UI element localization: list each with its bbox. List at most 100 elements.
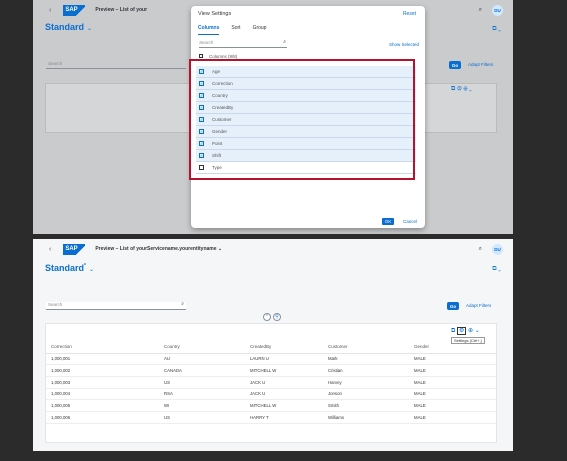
column-row[interactable]: ✓ Customer: [196, 114, 416, 126]
column-label: Point: [212, 141, 223, 146]
table-cell: MITCHELL W: [245, 364, 323, 377]
data-table: Correction Country CreatedBy Customer Gender…: [46, 340, 496, 424]
table-row[interactable]: 1,000,001 AU LAURN U Mark MALE: [46, 353, 496, 366]
search-icon[interactable]: ⌕: [283, 39, 286, 45]
back-icon[interactable]: ‹: [49, 246, 51, 253]
column-header[interactable]: CreatedBy: [245, 340, 323, 354]
sap-logo: SAP: [63, 4, 86, 16]
search-icon[interactable]: ⌕: [181, 301, 184, 307]
dialog-search-placeholder: Search: [199, 40, 214, 45]
column-label: Correction: [212, 81, 233, 86]
columns-list: ✓ Age ✓ Correction ✓ Country ✓ CreatedBy ✓ Custom…: [196, 66, 416, 174]
column-row[interactable]: ✓ CreatedBy: [196, 102, 416, 114]
table-cell: MALE: [409, 353, 496, 366]
column-label: Country: [212, 93, 228, 98]
checkbox-checked-icon[interactable]: ✓: [199, 129, 204, 134]
checkbox-checked-icon[interactable]: ✓: [199, 141, 204, 146]
variant-selector[interactable]: Standard*⌄: [45, 263, 94, 273]
checkbox-checked-icon[interactable]: ✓: [199, 69, 204, 74]
column-row[interactable]: ✓ Age: [196, 66, 416, 78]
search-icon[interactable]: ⌕: [479, 246, 482, 253]
table-toolbar-icons[interactable]: ⧉ ⚙ ⊕ ⌄: [451, 86, 472, 93]
columns-header-label: Columns (8/8): [209, 54, 238, 59]
checkbox-checked-icon[interactable]: ✓: [199, 117, 204, 122]
reset-button[interactable]: Reset: [403, 11, 416, 17]
variant-selector[interactable]: Standard ⌄: [45, 22, 92, 32]
table-cell: Mark: [323, 353, 409, 366]
table-cell: WI: [159, 399, 245, 412]
show-selected-link[interactable]: Show Selected: [389, 42, 419, 47]
table-cell: 1,000,004: [46, 388, 159, 401]
go-button[interactable]: Go: [449, 61, 461, 69]
adapt-filters-link[interactable]: Adapt Filters: [466, 303, 491, 308]
back-icon[interactable]: ‹: [49, 7, 51, 14]
table-cell: MALE: [409, 399, 496, 412]
chevron-down-icon[interactable]: ⌄: [218, 246, 222, 252]
table-row[interactable]: 1,000,002 CANADA MITCHELL W Cristian MALE: [46, 364, 496, 377]
table-cell: 1,000,005: [46, 399, 159, 412]
go-button[interactable]: Go: [447, 302, 459, 310]
table-cell: Smith: [323, 399, 409, 412]
checkbox-checked-icon[interactable]: ✓: [199, 93, 204, 98]
avatar[interactable]: DU: [492, 5, 503, 16]
column-header[interactable]: Correction: [46, 340, 159, 354]
table-cell: HARRY T: [245, 411, 323, 424]
search-input[interactable]: Search ⌕: [46, 301, 186, 310]
column-row[interactable]: ✓ Country: [196, 90, 416, 102]
checkbox-checked-icon[interactable]: ✓: [199, 81, 204, 86]
column-row[interactable]: ✓ Shift: [196, 150, 416, 162]
settings-icon[interactable]: ⚙: [456, 327, 467, 335]
variant-title: Standard: [45, 22, 85, 32]
avatar[interactable]: DU: [492, 244, 503, 255]
ok-button[interactable]: OK: [382, 218, 394, 225]
table-cell: 1,000,002: [46, 364, 159, 377]
sap-logo: SAP: [63, 243, 86, 255]
settings-tooltip: Settings (Ctrl+,): [451, 337, 485, 344]
share-icon[interactable]: ⧉ ⌄: [492, 266, 501, 273]
search-placeholder: Search: [48, 302, 63, 307]
app-title: Preview – List of your: [95, 7, 148, 13]
adapt-filters-link[interactable]: Adapt Filters: [468, 62, 493, 67]
column-label: Age: [212, 69, 221, 74]
tab-columns[interactable]: Columns: [198, 25, 220, 35]
dialog-title: View Settings: [198, 11, 232, 17]
column-label: CreatedBy: [212, 105, 234, 110]
table-cell: JACK U: [245, 388, 323, 401]
table-row[interactable]: 1,000,003 US JACK U Harvey MALE: [46, 376, 496, 389]
pin-header-icon[interactable]: ⚲: [273, 313, 281, 321]
table-cell: US: [159, 376, 245, 389]
column-row[interactable]: ✓ Point: [196, 138, 416, 150]
column-row[interactable]: ✓ Correction: [196, 78, 416, 90]
table-row[interactable]: 1,000,006 US HARRY T Williams MALE: [46, 411, 496, 424]
collapse-header-icon[interactable]: ⌃: [263, 313, 271, 321]
dialog-search-input[interactable]: Search ⌕: [199, 39, 287, 48]
table-cell: MALE: [409, 376, 496, 389]
chevron-down-icon: ⌄: [87, 26, 93, 32]
column-row[interactable]: Type: [196, 162, 416, 174]
table-cell: Cristian: [323, 364, 409, 377]
checkbox-icon[interactable]: [199, 165, 204, 170]
checkbox-checked-icon[interactable]: ✓: [199, 105, 204, 110]
search-input[interactable]: Search: [46, 61, 186, 69]
table-cell: US: [159, 411, 245, 424]
table-row[interactable]: 1,000,004 RSA JACK U Jonson MALE: [46, 388, 496, 401]
header-toggle: ⌃ ⚲: [263, 313, 283, 322]
cancel-button[interactable]: Cancel: [403, 219, 417, 224]
table-row[interactable]: 1,000,005 WI MITCHELL W Smith MALE: [46, 399, 496, 412]
column-row[interactable]: ✓ Gender: [196, 126, 416, 138]
checkbox-checked-icon[interactable]: ✓: [199, 153, 204, 158]
table-toolbar-icons[interactable]: ⧉ ⚙ ⊕ ⌄: [451, 327, 480, 335]
tab-group[interactable]: Group: [253, 25, 267, 35]
bottom-screenshot: ‹ SAP Preview – List of yourServicename.…: [33, 239, 513, 451]
column-label: Customer: [212, 117, 232, 122]
share-icon[interactable]: ⧉ ⌄: [492, 26, 501, 33]
tab-sort[interactable]: Sort: [231, 25, 240, 35]
table-cell: Harvey: [323, 376, 409, 389]
search-icon[interactable]: ⌕: [479, 7, 482, 14]
column-header[interactable]: Customer: [323, 340, 409, 354]
table-cell: MALE: [409, 388, 496, 401]
table-body: 1,000,001 AU LAURN U Mark MALE 1,000,002 CANAD…: [46, 353, 496, 424]
table-card: ⧉ ⚙ ⊕ ⌄ Settings (Ctrl+,) Correction Coun…: [45, 323, 497, 443]
column-header[interactable]: Country: [159, 340, 245, 354]
columns-select-all[interactable]: Columns (8/8): [199, 54, 237, 59]
